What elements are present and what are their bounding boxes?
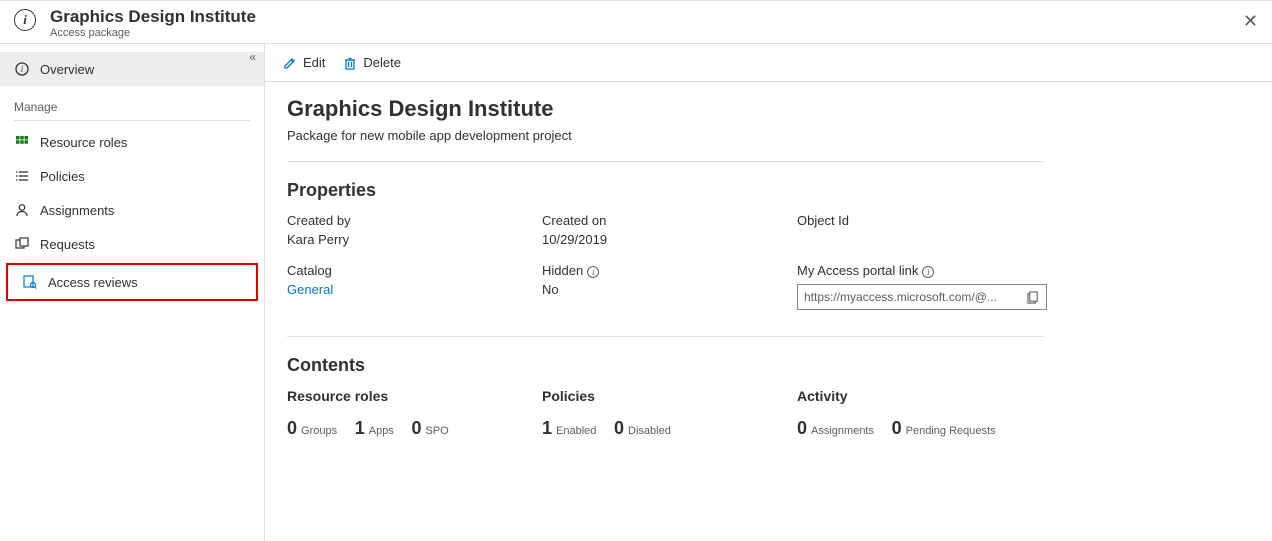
stat-apps: 1Apps (355, 418, 394, 439)
contents-activity-label: Activity (797, 388, 1057, 404)
contents-policies-stats: 1Enabled 0Disabled (542, 418, 797, 439)
grid-icon (14, 135, 30, 149)
value-created-by: Kara Perry (287, 232, 542, 247)
main-content: Edit Delete Graphics Design Institute Pa… (265, 44, 1272, 541)
label-hidden: Hiddeni (542, 263, 797, 278)
sidebar-item-access-reviews[interactable]: Access reviews (8, 265, 256, 299)
sidebar-item-label: Requests (40, 237, 95, 252)
contents-activity-stats: 0Assignments 0Pending Requests (797, 418, 1057, 439)
delete-label: Delete (363, 55, 401, 70)
value-hidden: No (542, 282, 797, 310)
value-catalog-link[interactable]: General (287, 282, 542, 310)
trash-icon (343, 56, 357, 70)
stat-disabled: 0Disabled (614, 418, 671, 439)
highlight-access-reviews: Access reviews (6, 263, 258, 301)
label-created-on: Created on (542, 213, 797, 228)
sidebar-item-overview[interactable]: i Overview (0, 52, 264, 86)
sidebar-item-label: Access reviews (48, 275, 138, 290)
contents-resource-roles-stats: 0Groups 1Apps 0SPO (287, 418, 542, 439)
separator (287, 161, 1043, 162)
contents-policies-label: Policies (542, 388, 797, 404)
sidebar-item-label: Assignments (40, 203, 114, 218)
properties-heading: Properties (287, 180, 1043, 201)
portal-link-box[interactable]: https://myaccess.microsoft.com/@... (797, 284, 1047, 310)
stat-assignments: 0Assignments (797, 418, 874, 439)
label-created-by: Created by (287, 213, 542, 228)
blade-header: i Graphics Design Institute Access packa… (0, 0, 1272, 44)
sidebar-item-policies[interactable]: Policies (0, 159, 264, 193)
collapse-sidebar-button[interactable]: « (249, 50, 256, 64)
pencil-icon (283, 56, 297, 70)
label-object-id: Object Id (797, 213, 1057, 228)
portal-link-text: https://myaccess.microsoft.com/@... (804, 290, 997, 304)
header-titles: Graphics Design Institute Access package (50, 7, 256, 39)
sidebar-item-resource-roles[interactable]: Resource roles (0, 125, 264, 159)
label-portal-link: My Access portal linki (797, 263, 1057, 278)
contents-heading: Contents (287, 355, 1043, 376)
list-icon (14, 169, 30, 183)
header-subtitle: Access package (50, 27, 256, 39)
requests-icon (14, 237, 30, 251)
info-icon: i (14, 9, 36, 31)
sidebar-item-requests[interactable]: Requests (0, 227, 264, 261)
info-icon[interactable]: i (922, 266, 934, 278)
sidebar-item-label: Overview (40, 62, 94, 77)
stat-enabled: 1Enabled (542, 418, 596, 439)
sidebar-item-label: Policies (40, 169, 85, 184)
value-created-on: 10/29/2019 (542, 232, 797, 247)
edit-label: Edit (303, 55, 325, 70)
delete-button[interactable]: Delete (343, 55, 401, 70)
sidebar-divider (14, 120, 250, 121)
separator (287, 336, 1043, 337)
value-portal-link: https://myaccess.microsoft.com/@... (797, 282, 1057, 310)
properties-grid: Created by Created on Object Id Kara Per… (287, 213, 1043, 322)
review-icon (22, 275, 38, 289)
command-bar: Edit Delete (265, 44, 1272, 82)
svg-text:i: i (21, 64, 24, 74)
info-icon[interactable]: i (587, 266, 599, 278)
stat-pending: 0Pending Requests (892, 418, 996, 439)
sidebar-item-assignments[interactable]: Assignments (0, 193, 264, 227)
sidebar-section-manage: Manage (0, 86, 264, 120)
stat-spo: 0SPO (411, 418, 448, 439)
copy-icon[interactable] (1027, 291, 1040, 304)
page-description: Package for new mobile app development p… (287, 128, 1043, 143)
stat-groups: 0Groups (287, 418, 337, 439)
label-catalog: Catalog (287, 263, 542, 278)
contents-resource-roles-label: Resource roles (287, 388, 542, 404)
sidebar-item-label: Resource roles (40, 135, 127, 150)
page-title: Graphics Design Institute (287, 96, 1043, 122)
value-object-id (797, 232, 1057, 247)
sidebar: « i Overview Manage Resource roles Polic… (0, 44, 265, 541)
close-button[interactable]: ✕ (1243, 11, 1258, 32)
info-circle-icon: i (14, 62, 30, 76)
person-icon (14, 203, 30, 217)
header-title: Graphics Design Institute (50, 7, 256, 27)
edit-button[interactable]: Edit (283, 55, 325, 70)
